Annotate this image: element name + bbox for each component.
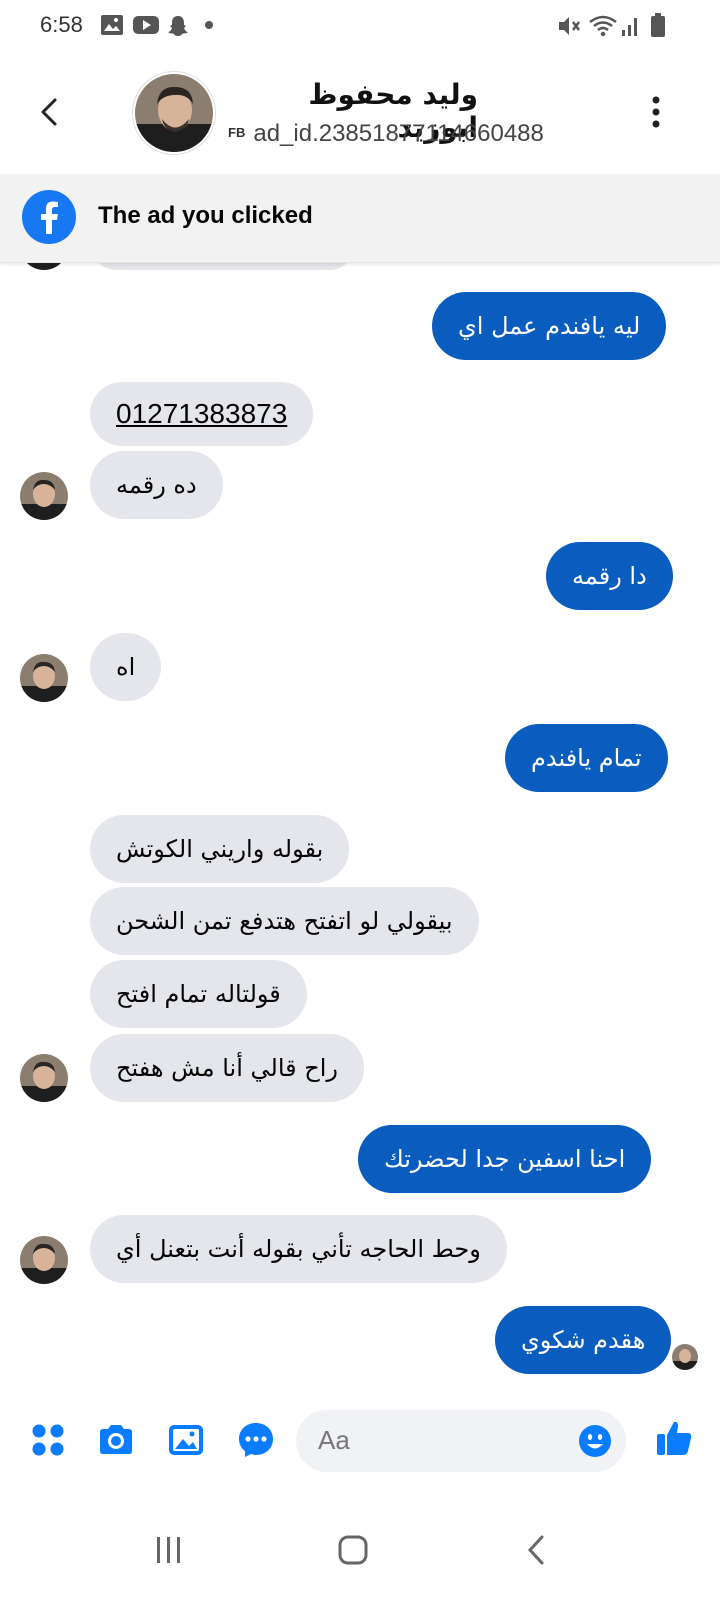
facebook-icon — [22, 190, 76, 244]
source-tag: FB — [228, 125, 246, 140]
ad-id: ad_id.23851877114660488 — [253, 120, 544, 147]
outgoing-message[interactable]: احنا اسفين جدا لحضرتك — [358, 1125, 652, 1193]
back-arrow-icon[interactable] — [30, 92, 70, 132]
camera-icon[interactable] — [96, 1420, 136, 1460]
system-nav-bar — [0, 1510, 720, 1600]
incoming-message[interactable]: اه — [90, 633, 162, 701]
back-nav-icon[interactable] — [522, 1532, 552, 1568]
contact-avatar[interactable] — [133, 72, 215, 154]
battery-icon — [651, 13, 665, 37]
mute-icon — [559, 17, 580, 35]
outgoing-message[interactable]: دا رقمه — [546, 542, 673, 610]
emoji-icon[interactable] — [578, 1424, 612, 1458]
signal-icon — [622, 18, 637, 36]
incoming-message[interactable]: بيقولي لو اتفتح هتدفع تمن الشحن — [90, 887, 479, 955]
status-bar: 6:58 — [0, 0, 720, 52]
message-list[interactable]: ليه يافندم عمل اي 01271383873 ده رقمه دا… — [0, 262, 720, 1402]
incoming-message[interactable]: قولتاله تمام افتح — [90, 960, 307, 1028]
message-bubble-partial[interactable] — [92, 262, 354, 270]
message-input[interactable]: Aa — [296, 1410, 626, 1472]
incoming-message[interactable]: ده رقمه — [90, 451, 223, 519]
outgoing-message[interactable]: ليه يافندم عمل اي — [432, 292, 667, 360]
contact-avatar-small[interactable] — [20, 1054, 68, 1102]
home-icon[interactable] — [336, 1532, 370, 1568]
snapchat-icon — [168, 16, 188, 36]
message-composer: Aa — [0, 1402, 720, 1478]
incoming-message[interactable]: راح قالي أنا مش هفتح — [90, 1034, 365, 1102]
recent-apps-icon[interactable] — [154, 1532, 184, 1568]
thumbs-up-icon[interactable] — [654, 1418, 694, 1458]
incoming-message[interactable]: وحط الحاجه تأني بقوله أنت بتعنل أي — [90, 1215, 507, 1283]
dot-icon — [205, 21, 213, 29]
more-options-icon[interactable] — [644, 90, 668, 134]
status-time: 6:58 — [40, 12, 83, 37]
outgoing-message[interactable]: هقدم شكوي — [495, 1306, 672, 1374]
messenger-chat-icon[interactable] — [236, 1420, 276, 1460]
conversation-header: وليد محفوظ ابوزيد FB ad_id.23851877114660… — [0, 52, 720, 174]
contact-avatar-small — [20, 262, 68, 270]
youtube-icon — [133, 16, 159, 34]
contact-avatar-small[interactable] — [20, 472, 68, 520]
incoming-message-phone-link[interactable]: 01271383873 — [90, 382, 314, 446]
message-input-placeholder: Aa — [318, 1425, 350, 1455]
contact-avatar-small[interactable] — [20, 654, 68, 702]
wifi-icon — [589, 15, 617, 37]
image-icon — [101, 15, 123, 35]
contact-subtitle: FB ad_id.23851877114660488 — [228, 120, 544, 148]
ad-banner[interactable]: The ad you clicked — [0, 174, 720, 263]
apps-grid-icon[interactable] — [28, 1420, 68, 1460]
ad-banner-label: The ad you clicked — [98, 202, 313, 229]
incoming-message[interactable]: بقوله واريني الكوتش — [90, 815, 350, 883]
gallery-icon[interactable] — [166, 1420, 206, 1460]
contact-avatar-small[interactable] — [20, 1236, 68, 1284]
contact-photo — [135, 74, 213, 152]
outgoing-message[interactable]: تمام يافندم — [505, 724, 668, 792]
read-receipt-avatar — [672, 1344, 698, 1370]
